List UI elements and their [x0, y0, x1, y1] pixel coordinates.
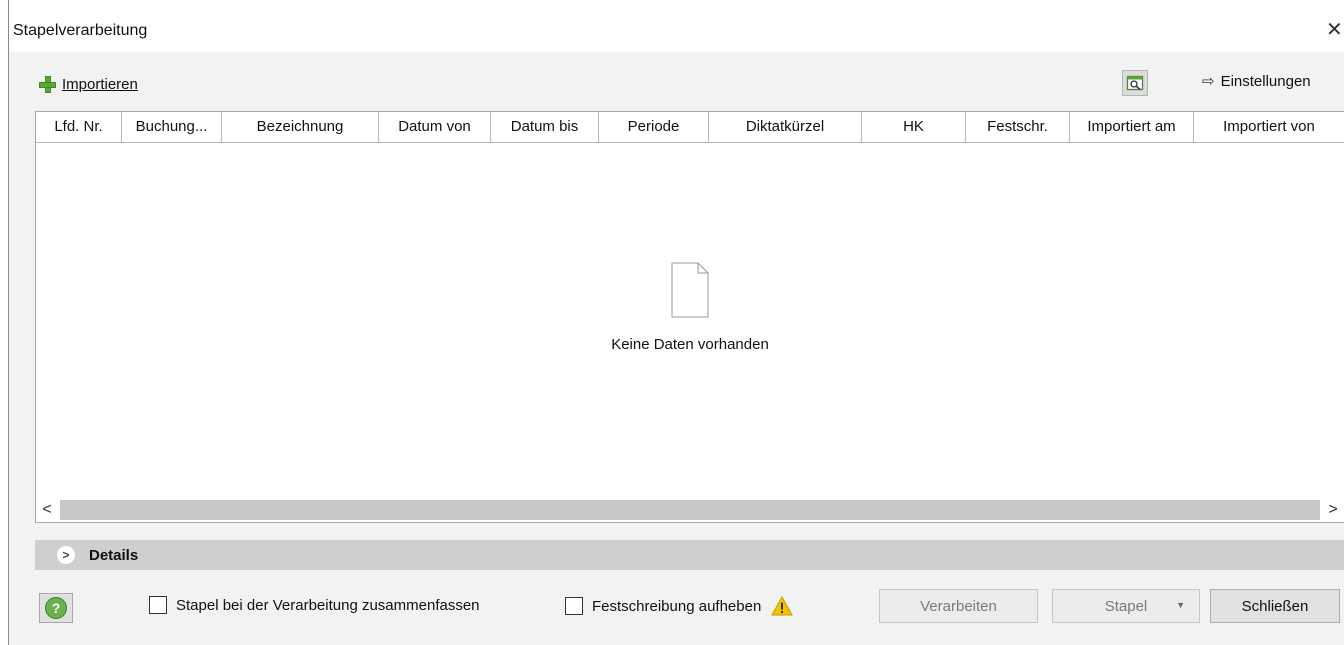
grid-header: Lfd. Nr. Buchung... Bezeichnung Datum vo…	[36, 112, 1344, 143]
arrow-right-icon: ⇨	[1202, 73, 1215, 90]
unlock-posting-label: Festschreibung aufheben	[592, 597, 762, 615]
settings-label: Einstellungen	[1220, 73, 1311, 90]
column-header-importiert-von[interactable]: Importiert von	[1194, 112, 1344, 142]
scroll-right-button[interactable]: >	[1322, 498, 1344, 522]
window-title: Stapelverarbeitung	[13, 22, 148, 39]
column-header-lfd-nr[interactable]: Lfd. Nr.	[36, 112, 122, 142]
column-header-diktatkuerzel[interactable]: Diktatkürzel	[709, 112, 862, 142]
column-header-periode[interactable]: Periode	[599, 112, 709, 142]
horizontal-scrollbar[interactable]: < >	[36, 498, 1344, 522]
chevron-down-icon: ▼	[1176, 600, 1185, 610]
settings-link[interactable]: ⇨ Einstellungen	[1202, 72, 1311, 90]
help-button[interactable]: ?	[39, 593, 73, 623]
column-header-hk[interactable]: HK	[862, 112, 966, 142]
column-header-buchung[interactable]: Buchung...	[122, 112, 222, 142]
details-label: Details	[89, 546, 139, 564]
batch-processing-dialog: Stapelverarbeitung ✕ Importieren ⇨ Einste…	[8, 0, 1344, 645]
column-header-festschr[interactable]: Festschr.	[966, 112, 1070, 142]
import-label: Importieren	[62, 76, 138, 93]
close-icon[interactable]: ✕	[1326, 18, 1344, 42]
scroll-left-button[interactable]: <	[36, 498, 58, 522]
empty-state: Keine Daten vorhanden	[36, 262, 1344, 353]
help-icon: ?	[45, 597, 67, 619]
details-expander[interactable]: > Details	[35, 540, 1344, 570]
close-button[interactable]: Schließen	[1210, 589, 1340, 623]
preview-button[interactable]	[1122, 70, 1148, 96]
process-button[interactable]: Verarbeiten	[879, 589, 1038, 623]
combine-batch-checkbox[interactable]: Stapel bei der Verarbeitung zusammenfass…	[149, 596, 480, 614]
column-header-datum-von[interactable]: Datum von	[379, 112, 491, 142]
column-header-bezeichnung[interactable]: Bezeichnung	[222, 112, 379, 142]
scroll-thumb[interactable]	[60, 500, 1320, 520]
empty-message: Keine Daten vorhanden	[611, 336, 769, 353]
column-header-importiert-am[interactable]: Importiert am	[1070, 112, 1194, 142]
column-header-datum-bis[interactable]: Datum bis	[491, 112, 599, 142]
chevron-right-icon: >	[57, 546, 75, 564]
batch-grid: Lfd. Nr. Buchung... Bezeichnung Datum vo…	[35, 111, 1344, 523]
preview-icon	[1126, 75, 1144, 91]
empty-document-icon	[671, 262, 709, 318]
combine-batch-box[interactable]	[149, 596, 167, 614]
batch-label: Stapel	[1104, 597, 1148, 615]
combine-batch-label: Stapel bei der Verarbeitung zusammenfass…	[176, 596, 480, 614]
unlock-posting-box[interactable]	[565, 597, 583, 615]
warning-icon	[771, 596, 794, 616]
batch-dropdown-button[interactable]: Stapel ▼	[1052, 589, 1200, 623]
unlock-posting-checkbox[interactable]: Festschreibung aufheben	[565, 596, 794, 616]
import-button[interactable]: Importieren	[39, 76, 138, 93]
plus-icon	[39, 76, 56, 93]
title-bar: Stapelverarbeitung ✕	[9, 0, 1344, 52]
